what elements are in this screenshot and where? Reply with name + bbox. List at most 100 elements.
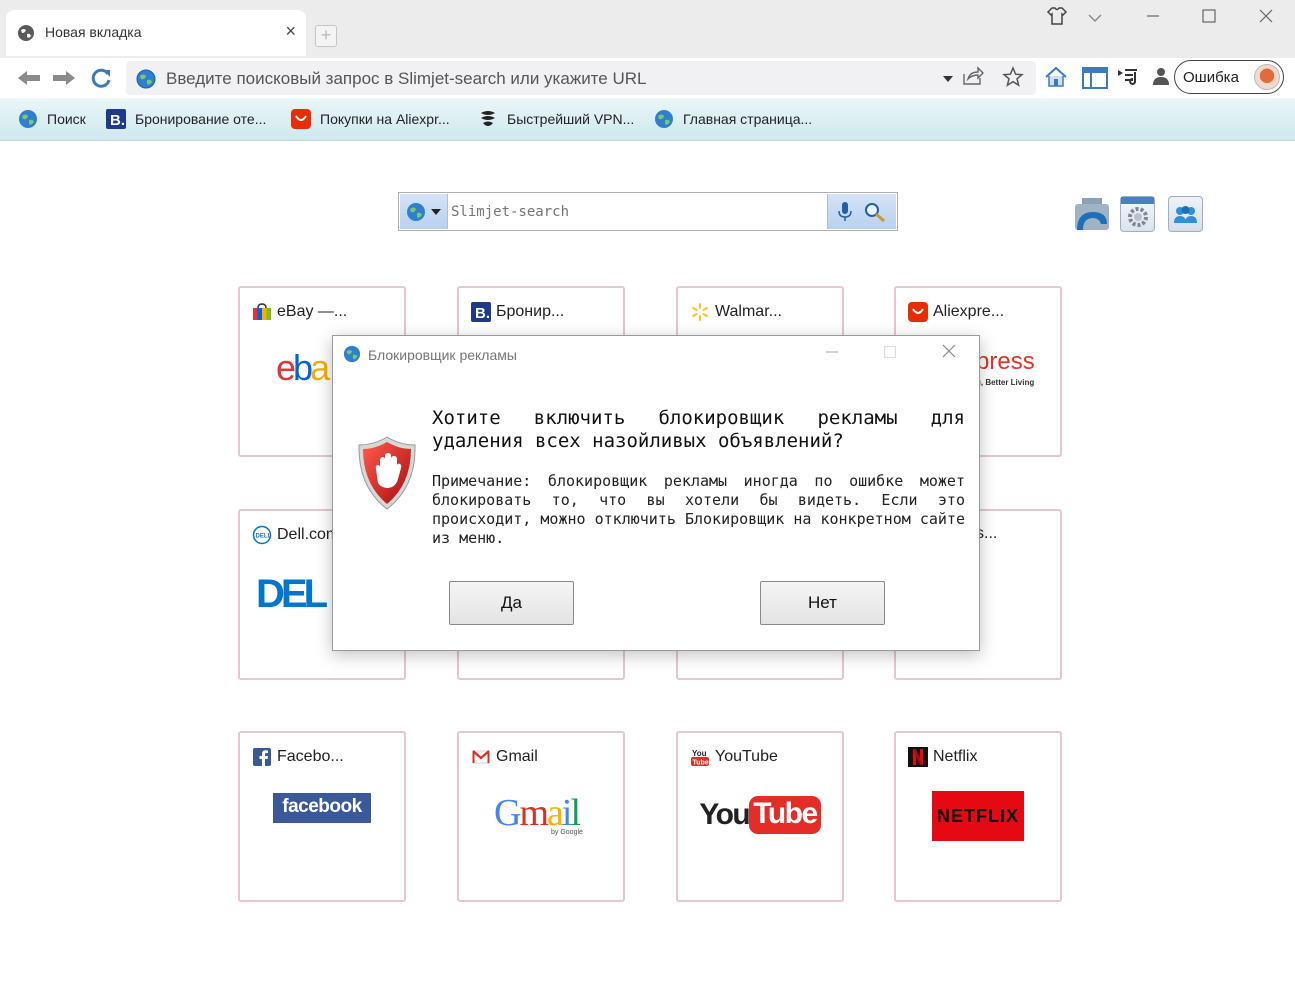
bookmark-vpn[interactable]: Быстрейший VPN... (478, 109, 634, 129)
facebook-icon (253, 748, 271, 766)
bookmark-label: Поиск (47, 111, 86, 127)
adblock-dialog: Блокировщик рекламы Хотите включить блок… (332, 335, 980, 651)
dialog-maximize-icon[interactable] (875, 342, 905, 366)
youtube-logo: You Tube (678, 796, 842, 834)
globe-icon (18, 25, 34, 41)
navigation-toolbar: Введите поисковый запрос в Slimjet-searc… (0, 58, 1295, 98)
tab-close-icon[interactable]: × (285, 22, 296, 40)
search-input[interactable] (451, 201, 821, 223)
youtube-logo-you: You (699, 798, 750, 831)
dialog-minimize-icon[interactable] (817, 342, 847, 366)
close-window-icon[interactable] (1253, 6, 1279, 32)
svg-text:B.: B. (475, 305, 490, 322)
dialog-title: Блокировщик рекламы (368, 347, 517, 363)
bookmark-label: Покупки на Aliexpr... (320, 111, 450, 127)
svg-text:DEL: DEL (256, 573, 328, 613)
people-group-icon[interactable] (1168, 196, 1203, 232)
globe-icon (407, 203, 425, 221)
speed-dial-tile-youtube[interactable]: You Tube YouTube You Tube (676, 731, 844, 902)
bookmarks-bar: Поиск B. Бронирование оте... Покупки на … (0, 98, 1295, 141)
tile-title: Netflix (933, 748, 978, 765)
dialog-question: Хотите включить блокировщик рекламы для … (432, 407, 965, 452)
netflix-icon (908, 747, 928, 767)
tile-title: Бронир... (496, 303, 565, 320)
speed-dial-tile-netflix[interactable]: Netflix NETFLIX (894, 731, 1062, 902)
dropdown-arrow-icon[interactable] (936, 66, 960, 90)
facebook-logo: facebook (240, 793, 404, 823)
booking-icon: B. (471, 302, 491, 322)
tile-header: B. Бронир... (471, 302, 564, 322)
dell-logo: DEL (256, 572, 336, 618)
tile-title: Gmail (496, 748, 538, 765)
youtube-icon: You Tube (691, 749, 709, 767)
vpn-icon (481, 111, 495, 126)
tile-header: Walmar... (690, 302, 782, 322)
svg-text:Gmail: Gmail (494, 792, 580, 834)
reload-icon[interactable] (89, 66, 115, 90)
aliexpress-icon (291, 109, 311, 129)
microphone-icon[interactable] (837, 201, 853, 223)
search-actions (827, 194, 896, 229)
bookmark-search[interactable]: Поиск (18, 109, 86, 129)
playlist-icon[interactable] (1117, 66, 1141, 90)
tile-title: Dell.com (277, 526, 340, 543)
dell-icon: DELL (252, 525, 272, 545)
yes-button[interactable]: Да (449, 581, 574, 625)
svg-text:DELL: DELL (256, 534, 272, 540)
new-tab-button[interactable]: + (315, 25, 337, 47)
sidebar-panel-icon[interactable] (1082, 66, 1108, 90)
tile-header: DELL Dell.com (252, 525, 339, 545)
dialog-close-icon[interactable] (934, 342, 964, 366)
avatar-icon (1254, 64, 1280, 90)
profile-error-button[interactable]: Ошибка (1174, 60, 1284, 94)
search-icon[interactable] (863, 201, 887, 223)
gmail-logo: Gmail by Google (459, 791, 623, 844)
search-engine-selector[interactable] (400, 194, 448, 229)
tile-title: Walmar... (715, 303, 782, 320)
home-icon[interactable] (1044, 66, 1068, 90)
svg-text:B.: B. (110, 112, 125, 129)
profile-error-label: Ошибка (1183, 69, 1239, 86)
tab-new[interactable]: Новая вкладка × (6, 10, 306, 56)
tile-title: eBay —... (277, 303, 348, 320)
address-bar[interactable]: Введите поисковый запрос в Slimjet-searc… (126, 61, 1036, 95)
tile-title: YouTube (715, 748, 778, 765)
url-placeholder: Введите поисковый запрос в Slimjet-searc… (166, 69, 647, 88)
speed-dial-tile-facebook[interactable]: Facebo... facebook (238, 731, 406, 902)
aliexpress-logo-text: press (976, 348, 1035, 375)
search-box (398, 192, 898, 231)
ebay-bag-icon (253, 303, 271, 320)
speed-dial-tile-gmail[interactable]: Gmail Gmail by Google (457, 731, 625, 902)
bookmark-booking[interactable]: B. Бронирование оте... (106, 109, 266, 129)
tile-header: Facebo... (252, 747, 344, 767)
youtube-logo-tube: Tube (749, 796, 821, 834)
tile-title: Aliexpre... (933, 303, 1005, 320)
dialog-note: Примечание: блокировщик рекламы иногда п… (432, 472, 965, 547)
no-button[interactable]: Нет (760, 581, 885, 625)
skin-shirt-icon[interactable] (1044, 6, 1070, 32)
back-arrow-icon[interactable] (16, 66, 42, 90)
title-bar: Новая вкладка × + (0, 0, 1295, 58)
walmart-spark-icon (692, 303, 708, 321)
svg-text:Tube: Tube (693, 760, 709, 767)
speed-dial-icon[interactable] (1073, 196, 1109, 232)
star-bookmark-icon[interactable] (1001, 66, 1025, 90)
forward-arrow-icon[interactable] (51, 66, 77, 90)
tile-header: Netflix (908, 747, 977, 767)
tab-title: Новая вкладка (45, 24, 142, 40)
bookmark-aliexpress[interactable]: Покупки на Aliexpr... (291, 109, 450, 129)
user-icon[interactable] (1149, 66, 1173, 90)
globe-icon (136, 69, 156, 89)
share-icon[interactable] (961, 66, 985, 90)
settings-gear-icon[interactable] (1120, 196, 1155, 232)
bookmark-label: Бронирование оте... (135, 111, 267, 127)
minimize-icon[interactable] (1140, 6, 1166, 32)
bookmark-label: Быстрейший VPN... (507, 111, 635, 127)
aliexpress-logo: press g, Better Living (976, 348, 1035, 387)
netflix-logo: NETFLIX (896, 791, 1060, 841)
aliexpress-icon (908, 302, 928, 322)
bookmark-home-page[interactable]: Главная страница... (654, 109, 812, 129)
tile-header: Gmail (471, 747, 538, 767)
maximize-icon[interactable] (1196, 6, 1222, 32)
chevron-down-icon[interactable] (1082, 6, 1108, 32)
